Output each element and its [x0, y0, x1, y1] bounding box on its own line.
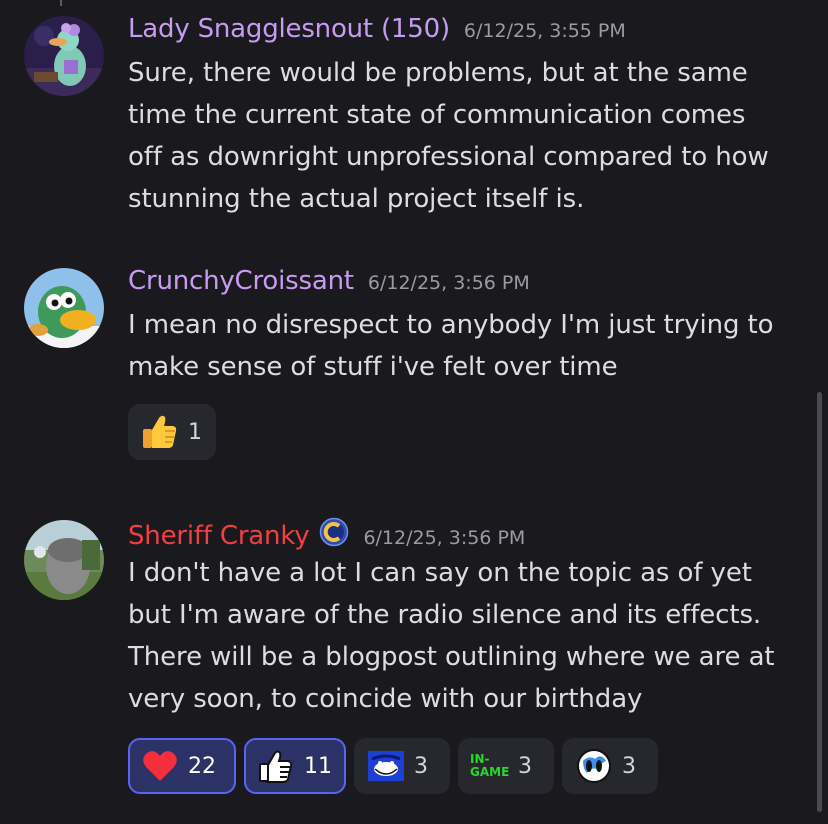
scrollbar[interactable]: [817, 392, 822, 812]
author-name[interactable]: Sheriff Cranky: [128, 521, 310, 551]
reactions-bar: 1: [128, 404, 800, 460]
author-name[interactable]: Lady Snagglesnout (150): [128, 14, 450, 44]
message-text: I mean no disrespect to anybody I'm just…: [128, 310, 774, 382]
message-text: I don't have a lot I can say on the topi…: [128, 558, 775, 714]
reaction-thumbs-up[interactable]: 1: [128, 404, 216, 460]
thumbs-up-outline-icon: [256, 746, 296, 786]
timestamp: 6/12/25, 3:56 PM: [363, 527, 526, 549]
reaction-count: 3: [414, 753, 428, 779]
divider-mark: [60, 0, 62, 6]
reaction-troll-face[interactable]: 3: [354, 738, 450, 794]
troll-face-icon: [366, 746, 406, 786]
avatar[interactable]: [24, 16, 104, 96]
reaction-count: 11: [304, 753, 332, 779]
avatar[interactable]: [24, 268, 104, 348]
reaction-count: 3: [622, 753, 636, 779]
reaction-count: 3: [518, 753, 532, 779]
red-heart-icon: [140, 746, 180, 786]
reactions-bar: 22 11 3 IN- GAME 3 3: [128, 738, 800, 794]
thumbs-up-icon: [140, 412, 180, 452]
message-text: Sure, there would be problems, but at th…: [128, 58, 769, 214]
reaction-heart[interactable]: 22: [128, 738, 236, 794]
reaction-count: 22: [188, 753, 216, 779]
reaction-count: 1: [188, 419, 202, 445]
reaction-globe-face[interactable]: 3: [562, 738, 658, 794]
timestamp: 6/12/25, 3:55 PM: [463, 20, 626, 42]
server-badge-icon[interactable]: [319, 517, 349, 547]
avatar[interactable]: [24, 520, 104, 600]
in-game-icon: IN- GAME: [470, 752, 510, 779]
reaction-thumbs-up-outline[interactable]: 11: [244, 738, 346, 794]
reaction-in-game[interactable]: IN- GAME 3: [458, 738, 554, 794]
globe-face-icon: [574, 746, 614, 786]
author-name[interactable]: CrunchyCroissant: [128, 266, 354, 296]
timestamp: 6/12/25, 3:56 PM: [367, 272, 530, 294]
